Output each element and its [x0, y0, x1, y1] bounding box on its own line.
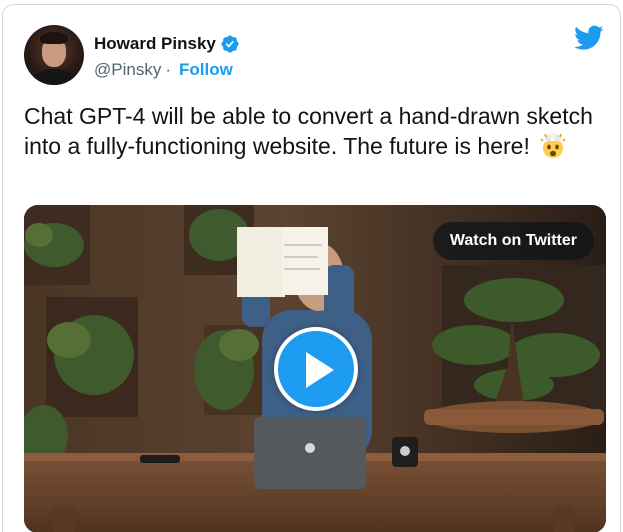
separator-dot: ·: [165, 60, 171, 79]
tweet-body: Chat GPT-4 will be able to convert a han…: [24, 103, 593, 159]
play-button[interactable]: [274, 327, 358, 411]
author-display-name[interactable]: Howard Pinsky: [94, 34, 216, 54]
verified-badge-icon: [220, 34, 240, 54]
tweet-header: Howard Pinsky @Pinsky · Follow: [24, 25, 604, 89]
play-icon: [306, 352, 334, 388]
author-handle-row: @Pinsky · Follow: [94, 60, 233, 80]
exploding-head-emoji-icon: [540, 132, 566, 159]
avatar[interactable]: [24, 25, 84, 85]
tweet-embed-card[interactable]: Howard Pinsky @Pinsky · Follow Chat GPT-…: [2, 4, 621, 532]
video-media[interactable]: Watch on Twitter: [24, 205, 606, 532]
watch-on-twitter-button[interactable]: Watch on Twitter: [432, 222, 594, 260]
follow-button[interactable]: Follow: [179, 60, 233, 80]
twitter-bird-icon[interactable]: [574, 25, 604, 51]
author-name-row: Howard Pinsky: [94, 34, 240, 54]
author-handle[interactable]: @Pinsky: [94, 60, 161, 80]
tweet-text: Chat GPT-4 will be able to convert a han…: [24, 101, 604, 161]
